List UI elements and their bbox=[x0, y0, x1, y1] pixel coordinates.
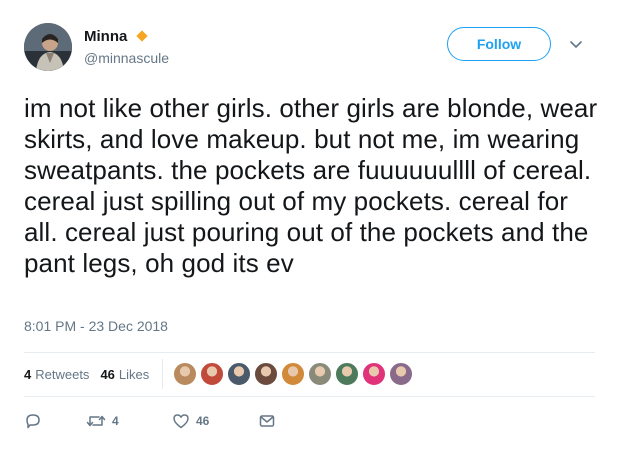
retweet-count: 4 bbox=[112, 414, 119, 428]
reply-icon bbox=[26, 414, 40, 429]
retweets-count: 4 bbox=[24, 366, 32, 382]
liker-avatar[interactable] bbox=[308, 362, 333, 386]
retweet-button[interactable]: 4 bbox=[86, 412, 172, 430]
like-count: 46 bbox=[196, 414, 210, 428]
user-info: Minna @minnascule bbox=[84, 26, 169, 67]
liker-avatar[interactable] bbox=[254, 362, 279, 386]
retweets-stat[interactable]: 4 Retweets bbox=[24, 367, 89, 382]
direct-message-button[interactable] bbox=[258, 412, 276, 430]
liker-avatar[interactable] bbox=[200, 362, 225, 386]
heart-icon bbox=[173, 414, 189, 429]
likes-label: Likes bbox=[118, 366, 150, 382]
user-handle[interactable]: @minnascule bbox=[84, 50, 169, 66]
reply-button[interactable] bbox=[24, 412, 86, 430]
avatar-image bbox=[24, 23, 72, 71]
tweet-timestamp[interactable]: 8:01 PM - 23 Dec 2018 bbox=[24, 318, 168, 334]
retweet-icon bbox=[86, 415, 106, 427]
tweet-text: im not like other girls. other girls are… bbox=[24, 93, 598, 278]
avatar[interactable] bbox=[24, 23, 72, 71]
chevron-down-icon[interactable] bbox=[568, 36, 584, 52]
display-name[interactable]: Minna bbox=[84, 28, 127, 45]
likes-count: 46 bbox=[100, 366, 115, 382]
tweet-actions: 4 46 bbox=[24, 408, 276, 434]
stats-separator bbox=[162, 359, 164, 389]
retweets-label: Retweets bbox=[35, 366, 90, 382]
like-button[interactable]: 46 bbox=[172, 412, 258, 430]
likes-stat[interactable]: 46 Likes bbox=[100, 367, 149, 382]
liker-avatar[interactable] bbox=[173, 362, 198, 386]
likers-avatars bbox=[173, 362, 416, 386]
follow-button[interactable]: Follow bbox=[447, 27, 551, 61]
tweet-card: Minna @minnascule Follow im not like oth… bbox=[0, 0, 621, 450]
liker-avatar[interactable] bbox=[281, 362, 306, 386]
liker-avatar[interactable] bbox=[362, 362, 387, 386]
envelope-icon bbox=[259, 415, 275, 427]
liker-avatar[interactable] bbox=[335, 362, 360, 386]
diamond-badge-icon bbox=[136, 30, 149, 42]
divider bbox=[24, 396, 595, 397]
tweet-stats: 4 Retweets 46 Likes bbox=[24, 352, 595, 396]
liker-avatar[interactable] bbox=[389, 362, 414, 386]
liker-avatar[interactable] bbox=[227, 362, 252, 386]
